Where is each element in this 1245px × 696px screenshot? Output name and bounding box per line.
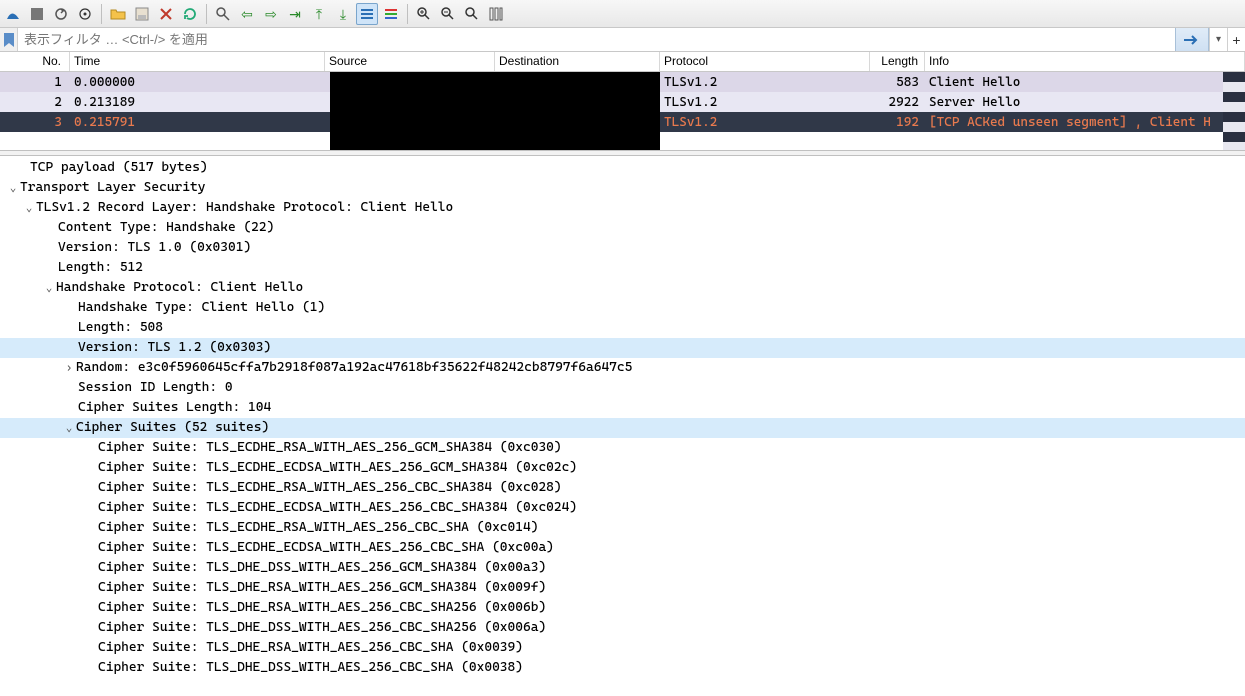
tree-item[interactable]: Handshake Type: Client Hello (1) — [0, 298, 1245, 318]
colorize-icon[interactable] — [380, 3, 402, 25]
tree-item-highlighted[interactable]: Version: TLS 1.2 (0x0303) — [0, 338, 1245, 358]
col-header-length[interactable]: Length — [870, 52, 925, 71]
zoom-reset-icon[interactable] — [461, 3, 483, 25]
shark-fin-icon[interactable] — [2, 3, 24, 25]
display-filter-bar: ▾ + — [0, 28, 1245, 52]
open-icon[interactable] — [107, 3, 129, 25]
tree-item[interactable]: Content Type: Handshake (22) — [0, 218, 1245, 238]
col-header-no[interactable]: No. — [0, 52, 70, 71]
expand-toggle[interactable]: ⌄ — [42, 278, 56, 298]
tree-cipher-suite[interactable]: Cipher Suite: TLS_ECDHE_ECDSA_WITH_AES_2… — [0, 538, 1245, 558]
main-toolbar: ⇦ ⇨ ⇥ ⤒ ⤓ — [0, 0, 1245, 28]
redacted-region — [330, 72, 660, 150]
display-filter-input[interactable] — [18, 28, 1175, 51]
tree-tls-root[interactable]: Transport Layer Security — [20, 180, 205, 195]
tree-handshake[interactable]: Handshake Protocol: Client Hello — [56, 280, 303, 295]
tree-record-layer[interactable]: TLSv1.2 Record Layer: Handshake Protocol… — [36, 200, 453, 215]
resize-columns-icon[interactable] — [485, 3, 507, 25]
close-icon[interactable] — [155, 3, 177, 25]
save-icon[interactable] — [131, 3, 153, 25]
expand-toggle[interactable]: › — [62, 358, 76, 378]
stop-icon[interactable] — [26, 3, 48, 25]
tree-cipher-suite[interactable]: Cipher Suite: TLS_DHE_RSA_WITH_AES_256_C… — [0, 598, 1245, 618]
intelligent-scrollbar[interactable] — [1223, 72, 1245, 150]
tree-cipher-suite[interactable]: Cipher Suite: TLS_ECDHE_RSA_WITH_AES_256… — [0, 518, 1245, 538]
expand-toggle[interactable]: ⌄ — [6, 178, 20, 198]
tree-cipher-suite[interactable]: Cipher Suite: TLS_DHE_RSA_WITH_AES_256_G… — [0, 578, 1245, 598]
tree-cipher-suite[interactable]: Cipher Suite: TLS_ECDHE_ECDSA_WITH_AES_2… — [0, 498, 1245, 518]
apply-filter-button[interactable] — [1175, 28, 1209, 51]
add-filter-button[interactable]: + — [1227, 28, 1245, 51]
col-header-destination[interactable]: Destination — [495, 52, 660, 71]
tree-item[interactable]: Session ID Length: 0 — [0, 378, 1245, 398]
tree-cipher-suite[interactable]: Cipher Suite: TLS_DHE_DSS_WITH_AES_256_C… — [0, 618, 1245, 638]
tree-item[interactable]: Length: 512 — [0, 258, 1245, 278]
zoom-in-icon[interactable] — [413, 3, 435, 25]
zoom-out-icon[interactable] — [437, 3, 459, 25]
tree-cipher-suite[interactable]: Cipher Suite: TLS_ECDHE_ECDSA_WITH_AES_2… — [0, 458, 1245, 478]
tree-cipher-suite[interactable]: Cipher Suite: TLS_ECDHE_RSA_WITH_AES_256… — [0, 478, 1245, 498]
packet-list[interactable]: 10.000000TLSv1.2583Client Hello20.213189… — [0, 72, 1245, 150]
tree-cipher-suite[interactable]: Cipher Suite: TLS_DHE_DSS_WITH_AES_256_G… — [0, 558, 1245, 578]
tree-random[interactable]: Random: e3c0f5960645cffa7b2918f087a192ac… — [76, 360, 632, 375]
bookmark-icon[interactable] — [0, 28, 18, 51]
packet-details-tree[interactable]: TCP payload (517 bytes) ⌄Transport Layer… — [0, 156, 1245, 696]
reload-icon[interactable] — [179, 3, 201, 25]
tree-cipher-suite[interactable]: Cipher Suite: TLS_DHE_DSS_WITH_AES_256_C… — [0, 658, 1245, 678]
tree-item[interactable]: Cipher Suites Length: 104 — [0, 398, 1245, 418]
tree-cipher-suite[interactable]: Cipher Suite: TLS_ECDHE_RSA_WITH_AES_256… — [0, 438, 1245, 458]
col-header-protocol[interactable]: Protocol — [660, 52, 870, 71]
find-icon[interactable] — [212, 3, 234, 25]
expand-toggle[interactable]: ⌄ — [62, 418, 76, 438]
go-to-packet-icon[interactable]: ⇥ — [284, 3, 306, 25]
filter-history-dropdown[interactable]: ▾ — [1209, 28, 1227, 51]
restart-icon[interactable] — [50, 3, 72, 25]
col-header-info[interactable]: Info — [925, 52, 1245, 71]
go-last-icon[interactable]: ⤓ — [332, 3, 354, 25]
packet-list-header: No. Time Source Destination Protocol Len… — [0, 52, 1245, 72]
go-first-icon[interactable]: ⤒ — [308, 3, 330, 25]
tree-tcp-payload[interactable]: TCP payload (517 bytes) — [0, 158, 1245, 178]
tree-cipher-suite[interactable]: Cipher Suite: TLS_DHE_RSA_WITH_AES_256_C… — [0, 638, 1245, 658]
col-header-source[interactable]: Source — [325, 52, 495, 71]
go-back-icon[interactable]: ⇦ — [236, 3, 258, 25]
expand-toggle[interactable]: ⌄ — [22, 198, 36, 218]
go-forward-icon[interactable]: ⇨ — [260, 3, 282, 25]
tree-cipher-suites-header[interactable]: Cipher Suites (52 suites) — [76, 420, 269, 435]
tree-item[interactable]: Version: TLS 1.0 (0x0301) — [0, 238, 1245, 258]
options-icon[interactable] — [74, 3, 96, 25]
tree-item[interactable]: Length: 508 — [0, 318, 1245, 338]
auto-scroll-icon[interactable] — [356, 3, 378, 25]
col-header-time[interactable]: Time — [70, 52, 325, 71]
